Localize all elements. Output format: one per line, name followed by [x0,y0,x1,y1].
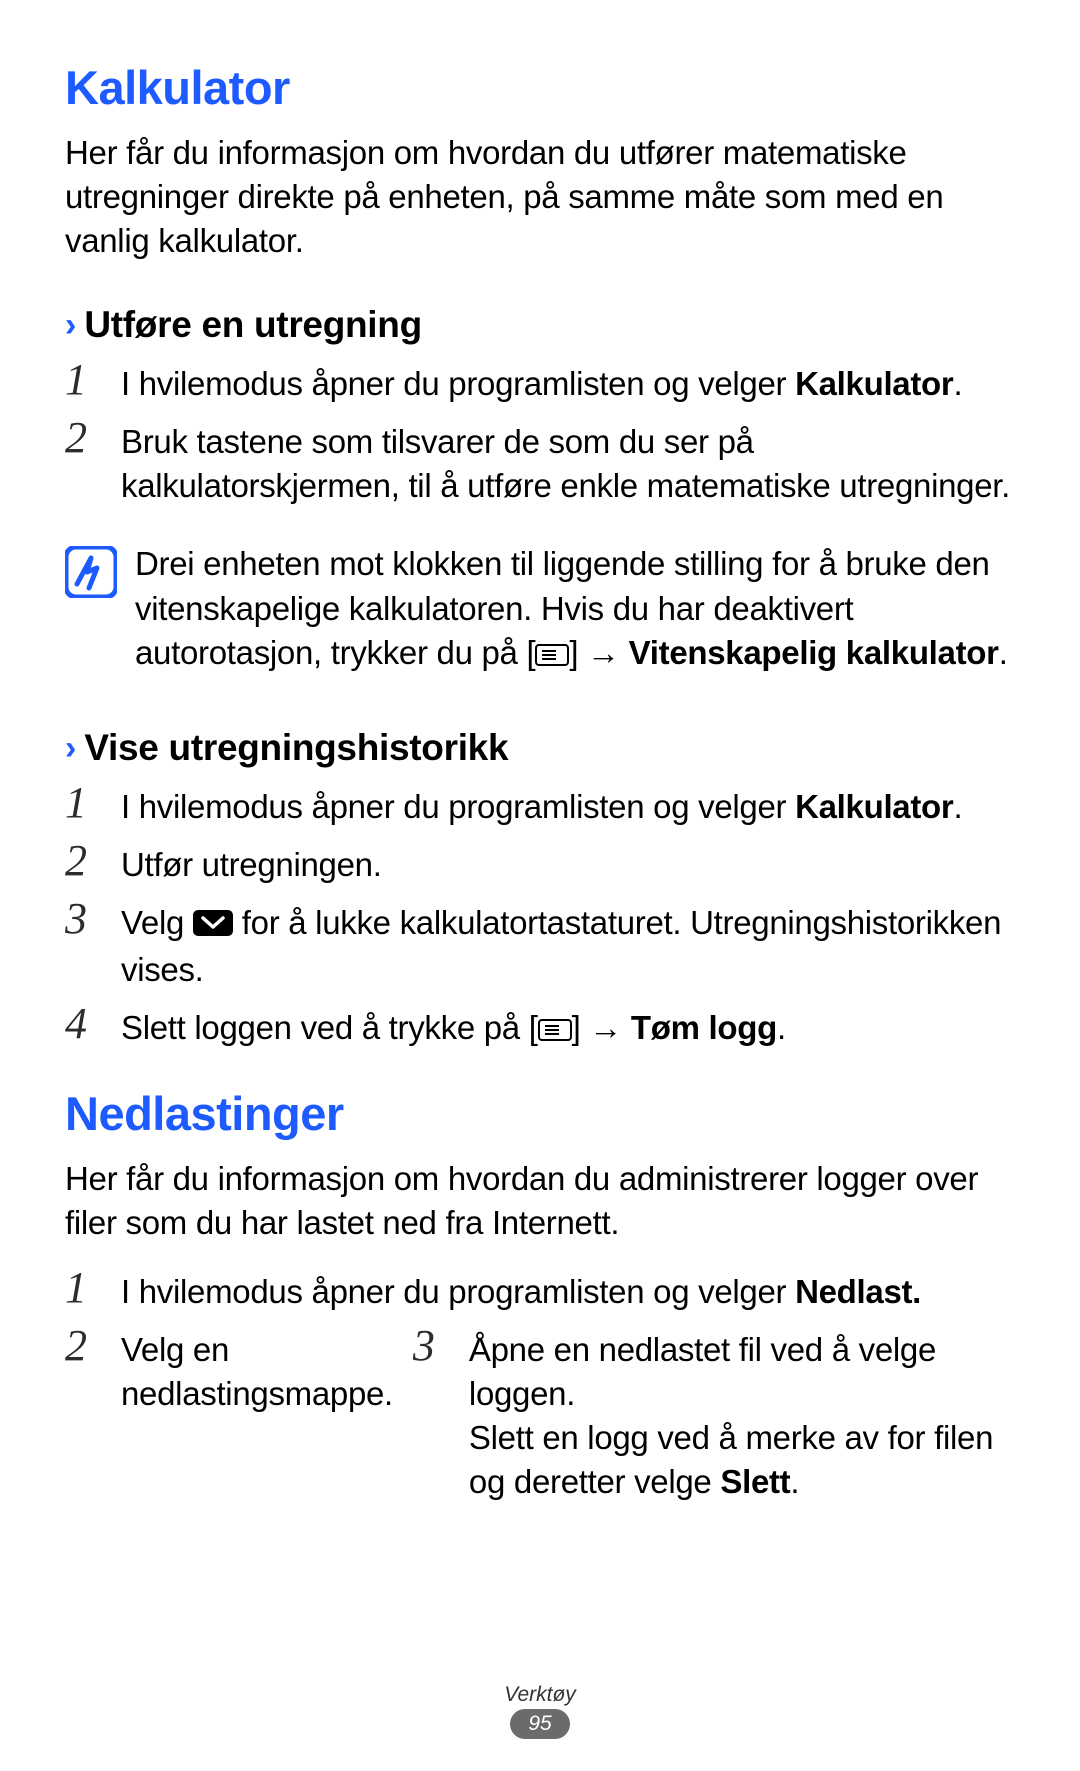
steps-historikk: 1 I hvilemodus åpner du programlisten og… [65,781,1015,1052]
step-number: 4 [65,1002,101,1052]
step-text: Utfør utregningen. [121,839,382,887]
subheading-utregning: › Utføre en utregning [65,304,1015,346]
step: 3 Velg for å lukke kalkulatortastaturet.… [65,897,1015,991]
step-number: 1 [65,358,101,406]
steps-nedlastinger: 1 I hvilemodus åpner du programlisten og… [65,1266,1015,1515]
step-text: Bruk tastene som tilsvarer de som du ser… [121,416,1015,508]
chevron-right-icon: › [65,308,76,342]
step-number: 1 [65,1266,101,1314]
step: 2 Utfør utregningen. [65,839,1015,887]
chevron-right-icon: › [65,731,76,765]
step: 3 Åpne en nedlastet fil ved å velge logg… [413,1324,1015,1505]
steps-utregning: 1 I hvilemodus åpner du programlisten og… [65,358,1015,509]
step-number: 2 [65,1324,101,1515]
step-text: I hvilemodus åpner du programlisten og v… [121,358,962,406]
step: 2 Velg en nedlastingsmappe. 3 Åpne en ne… [65,1324,1015,1515]
step: 1 I hvilemodus åpner du programlisten og… [65,781,1015,829]
step: 1 I hvilemodus åpner du programlisten og… [65,1266,1015,1314]
step-number: 3 [65,897,101,991]
intro-nedlastinger: Her får du informasjon om hvordan du adm… [65,1157,1015,1245]
step-text: Åpne en nedlastet fil ved å velge loggen… [469,1324,1015,1505]
subheading-text: Utføre en utregning [84,304,422,346]
intro-kalkulator: Her får du informasjon om hvordan du utf… [65,131,1015,264]
step-text: Velg en nedlastingsmappe. [121,1324,393,1515]
collapse-icon [193,903,233,947]
page-footer: Verktøy 95 [0,1683,1080,1739]
subheading-text: Vise utregningshistorikk [84,727,508,769]
menu-icon [538,1008,572,1052]
step: 1 I hvilemodus åpner du programlisten og… [65,358,1015,406]
step: 2 Bruk tastene som tilsvarer de som du s… [65,416,1015,508]
heading-kalkulator: Kalkulator [65,60,1015,115]
step-number: 2 [65,416,101,508]
subheading-historikk: › Vise utregningshistorikk [65,727,1015,769]
manual-page: Kalkulator Her får du informasjon om hvo… [0,0,1080,1771]
note-icon [65,546,117,598]
note-block: Drei enheten mot klokken til liggende st… [65,542,1015,677]
step-text: Slett loggen ved å trykke på [ ] → Tøm l… [121,1002,786,1052]
step-number: 3 [413,1324,449,1505]
page-number-badge: 95 [510,1709,570,1739]
step-text: I hvilemodus åpner du programlisten og v… [121,781,962,829]
step-number: 1 [65,781,101,829]
menu-icon [535,633,569,677]
heading-nedlastinger: Nedlastinger [65,1086,1015,1141]
step-text: I hvilemodus åpner du programlisten og v… [121,1266,921,1314]
footer-category: Verktøy [0,1683,1080,1707]
note-text: Drei enheten mot klokken til liggende st… [135,542,1015,677]
step-number: 2 [65,839,101,887]
step-text: Velg for å lukke kalkulatortastaturet. U… [121,897,1015,991]
step: 4 Slett loggen ved å trykke på [ ] → Tøm… [65,1002,1015,1052]
